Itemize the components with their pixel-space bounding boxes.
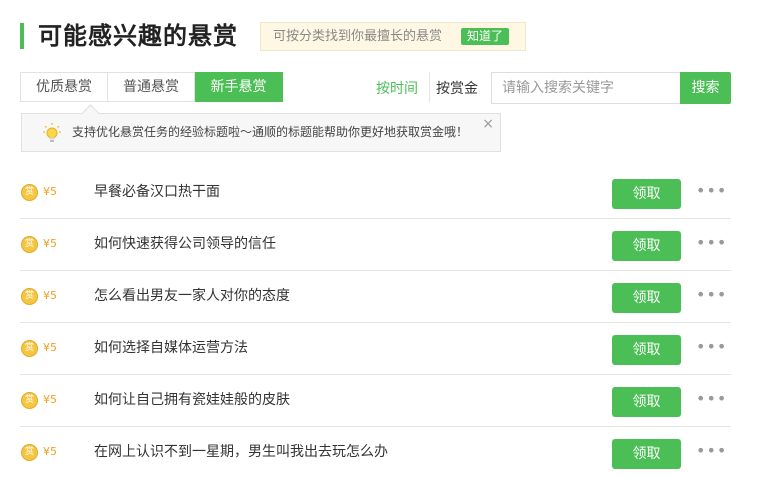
lightbulb-icon xyxy=(43,123,61,142)
tip-text: 支持优化悬赏任务的经验标题啦～通顺的标题能帮助你更好地获取赏金哦！ xyxy=(72,125,469,139)
close-icon[interactable]: × xyxy=(482,116,494,132)
more-options-icon[interactable]: ••• xyxy=(696,181,727,200)
bounty-row: 赏 ¥5 如何快速获得公司领导的信任 领取 ••• xyxy=(20,219,731,271)
bounty-list: 赏 ¥5 早餐必备汉口热干面 领取 ••• 赏 ¥5 如何快速获得公司领导的信任 领取 ••• 赏 ¥… xyxy=(20,167,731,478)
bounty-row: 赏 ¥5 早餐必备汉口热干面 领取 ••• xyxy=(20,167,731,219)
claim-button[interactable]: 领取 xyxy=(612,387,681,417)
bounty-row: 赏 ¥5 怎么看出男友一家人对你的态度 领取 ••• xyxy=(20,271,731,323)
more-options-icon[interactable]: ••• xyxy=(696,233,727,252)
tab-normal-bounty[interactable]: 普通悬赏 xyxy=(108,72,195,102)
question-title[interactable]: 如何快速获得公司领导的信任 xyxy=(94,219,276,270)
question-title[interactable]: 早餐必备汉口热干面 xyxy=(94,167,220,218)
question-title[interactable]: 如何让自己拥有瓷娃娃般的皮肤 xyxy=(94,375,290,426)
sort-by-bounty[interactable]: 按赏金 xyxy=(436,78,478,98)
more-options-icon[interactable]: ••• xyxy=(696,441,727,460)
claim-button[interactable]: 领取 xyxy=(612,335,681,365)
more-options-icon[interactable]: ••• xyxy=(696,389,727,408)
claim-button[interactable]: 领取 xyxy=(612,439,681,469)
tab-quality-bounty[interactable]: 优质悬赏 xyxy=(20,72,108,102)
sort-divider xyxy=(429,72,430,102)
sort-by-time[interactable]: 按时间 xyxy=(376,78,418,98)
bounty-amount: ¥5 xyxy=(43,341,57,354)
got-it-button[interactable]: 知道了 xyxy=(461,28,510,45)
coin-icon: 赏 xyxy=(21,392,38,409)
coin-icon: 赏 xyxy=(21,340,38,357)
bounty-amount: ¥5 xyxy=(43,445,57,458)
coin-icon: 赏 xyxy=(21,288,38,305)
claim-button[interactable]: 领取 xyxy=(612,179,681,209)
bounty-amount: ¥5 xyxy=(43,185,57,198)
category-hint: 可按分类找到你最擅长的悬赏 知道了 xyxy=(260,22,526,51)
tab-newbie-bounty[interactable]: 新手悬赏 xyxy=(195,72,283,102)
title-accent-bar xyxy=(20,23,24,49)
bounty-row: 赏 ¥5 在网上认识不到一星期，男生叫我出去玩怎么办 领取 ••• xyxy=(20,427,731,478)
coin-icon: 赏 xyxy=(21,184,38,201)
bounty-row: 赏 ¥5 如何让自己拥有瓷娃娃般的皮肤 领取 ••• xyxy=(20,375,731,427)
page-title: 可能感兴趣的悬赏 xyxy=(38,22,238,50)
coin-icon: 赏 xyxy=(21,444,38,461)
hint-text: 可按分类找到你最擅长的悬赏 xyxy=(273,29,443,44)
question-title[interactable]: 如何选择自媒体运营方法 xyxy=(94,323,248,374)
coin-icon: 赏 xyxy=(21,236,38,253)
claim-button[interactable]: 领取 xyxy=(612,231,681,261)
question-title[interactable]: 怎么看出男友一家人对你的态度 xyxy=(94,271,290,322)
more-options-icon[interactable]: ••• xyxy=(696,285,727,304)
title-tip-box: 支持优化悬赏任务的经验标题啦～通顺的标题能帮助你更好地获取赏金哦！ × xyxy=(21,104,501,152)
search-input[interactable] xyxy=(491,72,680,104)
bounty-tabs: 优质悬赏 普通悬赏 新手悬赏 xyxy=(20,72,283,102)
bounty-amount: ¥5 xyxy=(43,289,57,302)
more-options-icon[interactable]: ••• xyxy=(696,337,727,356)
bounty-amount: ¥5 xyxy=(43,393,57,406)
claim-button[interactable]: 领取 xyxy=(612,283,681,313)
bounty-amount: ¥5 xyxy=(43,237,57,250)
search-button[interactable]: 搜索 xyxy=(680,72,731,104)
question-title[interactable]: 在网上认识不到一星期，男生叫我出去玩怎么办 xyxy=(94,427,388,478)
bounty-row: 赏 ¥5 如何选择自媒体运营方法 领取 ••• xyxy=(20,323,731,375)
